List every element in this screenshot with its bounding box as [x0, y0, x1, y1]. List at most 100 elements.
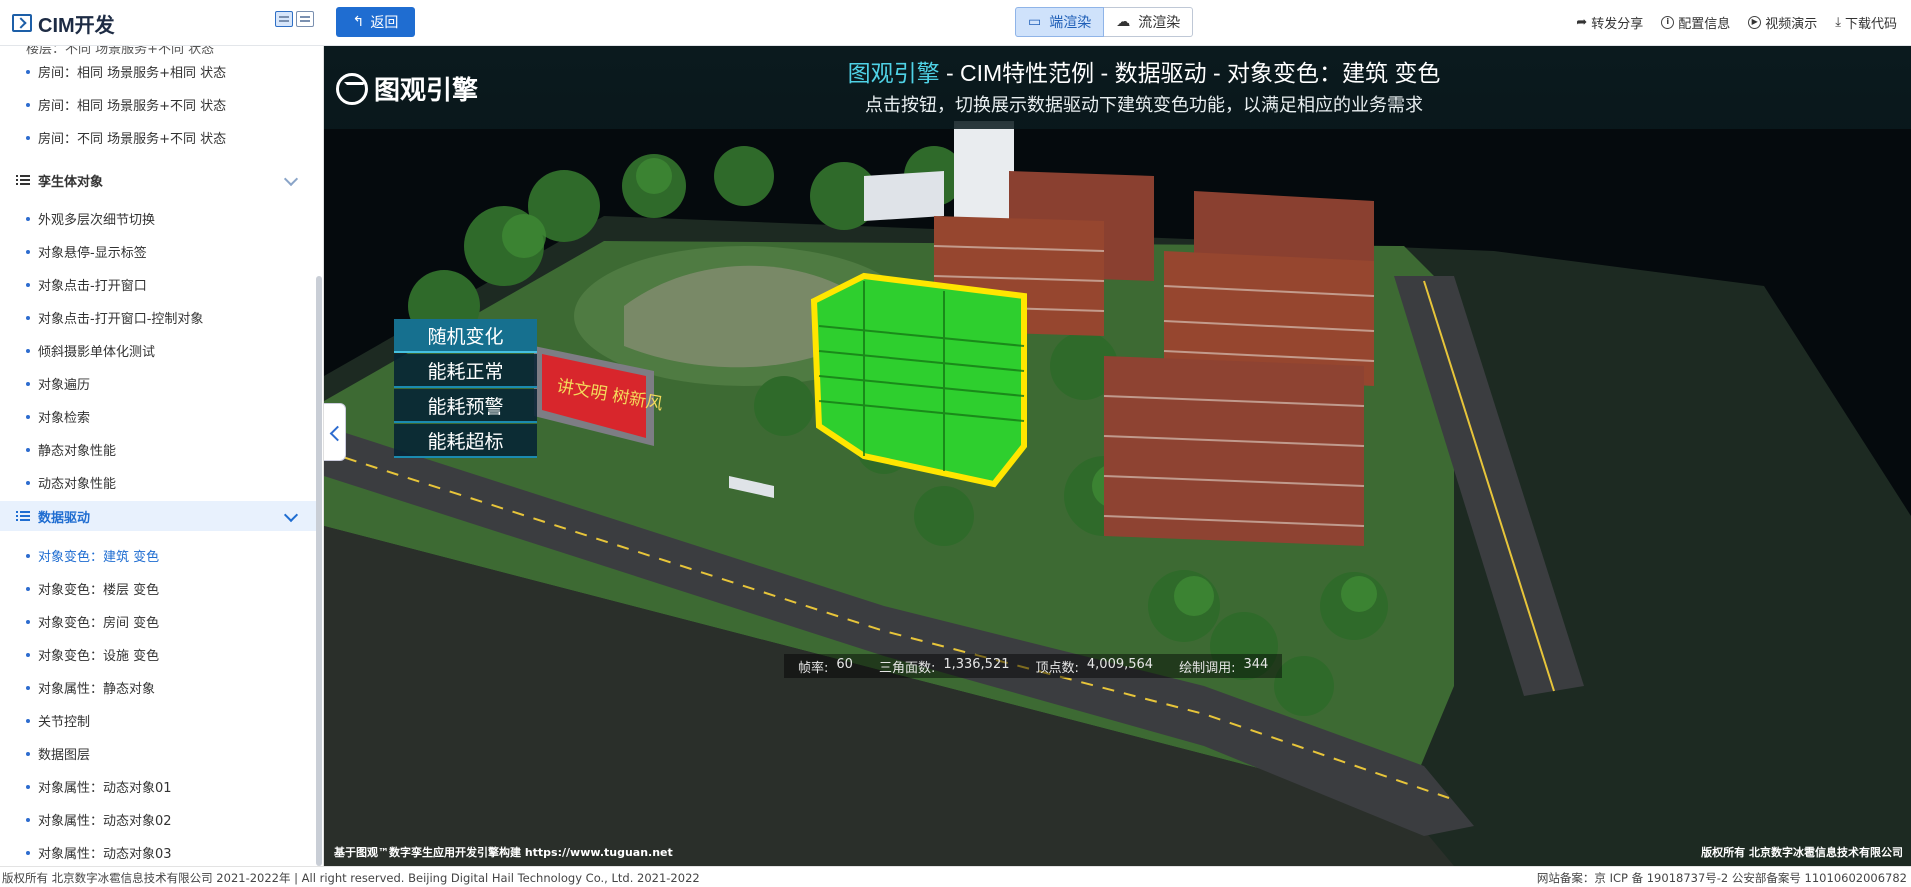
bullet-icon — [26, 102, 30, 107]
scene-render: 讲文明 树新风 — [324, 121, 1911, 866]
bullet-icon — [26, 718, 30, 723]
sidebar-item[interactable]: 数据图层 — [26, 744, 90, 763]
bullet-icon — [26, 348, 30, 353]
sidebar-item-label: 对象属性：动态对象01 — [38, 781, 172, 796]
download-code-button[interactable]: ⤓ 下载代码 — [1835, 13, 1897, 32]
energy-normal-button[interactable]: 能耗正常 — [394, 354, 537, 388]
share-icon: ➦ — [1576, 15, 1588, 30]
sidebar-item[interactable]: 关节控制 — [26, 711, 90, 730]
sidebar-group-twin-objects[interactable]: 孪生体对象 — [0, 165, 318, 195]
sidebar-item-label: 动态对象性能 — [38, 477, 117, 492]
sidebar-item[interactable]: 对象属性：动态对象01 — [26, 777, 172, 796]
energy-warning-button[interactable]: 能耗预警 — [394, 389, 537, 423]
bullet-icon — [26, 282, 30, 287]
sidebar-item-label: 对象点击-打开窗口 — [38, 279, 147, 294]
chevron-down-icon — [283, 171, 299, 187]
sidebar-item[interactable]: 对象属性：静态对象 — [26, 678, 155, 697]
sidebar-item-label: 对象变色：设施 变色 — [38, 649, 160, 664]
sidebar-item-label: 外观多层次细节切换 — [38, 213, 156, 228]
sidebar-item-label: 对象变色：楼层 变色 — [38, 583, 160, 598]
sidebar-item[interactable]: 房间：不同 场景服务+不同 状态 — [26, 128, 226, 147]
drawcalls-stat: 绘制调用: 344 — [1179, 657, 1268, 676]
video-label: 视频演示 — [1765, 17, 1818, 32]
sidebar-item-partial[interactable]: 楼层：不同 场景服务+不同 状态 — [26, 46, 214, 57]
tab-label: 端渲染 — [1049, 15, 1092, 31]
bullet-icon — [26, 135, 30, 140]
top-actions: ➦ 转发分享 i 配置信息 ▶ 视频演示 ⤓ 下载代码 — [1576, 13, 1897, 32]
page-footer: 版权所有 北京数字冰雹信息技术有限公司 2021-2022年 | All rig… — [0, 866, 1911, 887]
random-change-button[interactable]: 随机变化 — [394, 319, 537, 353]
sidebar-item-label: 对象悬停-显示标签 — [38, 246, 147, 261]
sidebar-item[interactable]: 房间：相同 场景服务+相同 状态 — [26, 62, 226, 81]
sidebar-item[interactable]: 对象变色：楼层 变色 — [26, 579, 159, 598]
engine-name: 图观引擎 — [374, 75, 479, 105]
scene-copyright: 版权所有 北京数字冰雹信息技术有限公司 — [1701, 846, 1903, 859]
config-info-button[interactable]: i 配置信息 — [1661, 13, 1730, 32]
video-demo-button[interactable]: ▶ 视频演示 — [1748, 13, 1817, 32]
sidebar-item[interactable]: 动态对象性能 — [26, 473, 116, 492]
download-icon: ⤓ — [1835, 15, 1841, 30]
bullet-icon — [26, 850, 30, 855]
code-icon — [12, 14, 32, 32]
sidebar-collapse-button[interactable] — [324, 403, 346, 461]
sidebar-item-label: 对象变色：建筑 变色 — [38, 550, 160, 565]
cloud-icon: ☁ — [1116, 14, 1131, 30]
sidebar-item-label: 对象检索 — [38, 411, 91, 426]
sidebar-item[interactable]: 对象点击-打开窗口 — [26, 275, 147, 294]
sidebar-item-active[interactable]: 对象变色：建筑 变色 — [26, 546, 159, 565]
bullet-icon — [26, 249, 30, 254]
sidebar-item[interactable]: 对象属性：动态对象03 — [26, 843, 172, 862]
bullet-icon — [26, 685, 30, 690]
bullet-icon — [26, 586, 30, 591]
sidebar-scrollbar[interactable] — [316, 276, 322, 866]
sidebar-item[interactable]: 对象遍历 — [26, 374, 90, 393]
list-view-icon[interactable] — [275, 11, 293, 27]
vertices-value: 4,009,564 — [1086, 656, 1154, 672]
sidebar-item[interactable]: 对象变色：设施 变色 — [26, 645, 159, 664]
sidebar-group-data-driven[interactable]: 数据驱动 — [0, 501, 318, 531]
bullet-icon — [26, 216, 30, 221]
sidebar-item-label: 房间：相同 场景服务+相同 状态 — [38, 66, 227, 81]
sidebar-item-label: 对象属性：动态对象03 — [38, 847, 172, 862]
tab-stream-render[interactable]: ☁ 流渲染 — [1104, 7, 1194, 37]
scene-title: 图观引擎 - CIM特性范例 - 数据驱动 - 对象变色：建筑 变色 — [794, 54, 1494, 88]
list-icon — [16, 174, 30, 186]
share-label: 转发分享 — [1591, 17, 1644, 32]
back-button[interactable]: ↰ 返回 — [336, 7, 415, 37]
chevron-down-icon — [283, 507, 299, 523]
sidebar-item[interactable]: 对象属性：动态对象02 — [26, 810, 172, 829]
sidebar-item[interactable]: 对象悬停-显示标签 — [26, 242, 147, 261]
sidebar-item[interactable]: 外观多层次细节切换 — [26, 209, 155, 228]
back-label: 返回 — [370, 15, 399, 31]
card-view-icon[interactable] — [296, 11, 314, 27]
scene-title-text: - CIM特性范例 - 数据驱动 - 对象变色：建筑 变色 — [939, 60, 1441, 86]
list-icon — [16, 510, 30, 522]
sidebar-item[interactable]: 房间：相同 场景服务+不同 状态 — [26, 95, 226, 114]
bullet-icon — [26, 69, 30, 74]
sidebar: 楼层：不同 场景服务+不同 状态 房间：相同 场景服务+相同 状态 房间：相同 … — [0, 46, 324, 866]
sidebar-item[interactable]: 静态对象性能 — [26, 440, 116, 459]
scene-credit: 基于图观™数字孪生应用开发引擎构建 https://www.tuguan.net — [334, 846, 673, 859]
bullet-icon — [26, 315, 30, 320]
bullet-icon — [26, 784, 30, 789]
sidebar-item-label: 对象属性：静态对象 — [38, 682, 156, 697]
bullet-icon — [26, 652, 30, 657]
bullet-icon — [26, 619, 30, 624]
scene-viewport[interactable]: 讲文明 树新风 图观引擎 图观引擎 - CIM特性范例 - 数据驱动 - 对象变… — [324, 46, 1911, 866]
sidebar-item[interactable]: 倾斜摄影单体化测试 — [26, 341, 155, 360]
tab-client-render[interactable]: ▭ 端渲染 — [1015, 7, 1105, 37]
sidebar-item-label: 房间：不同 场景服务+不同 状态 — [38, 132, 227, 147]
play-icon: ▶ — [1748, 16, 1762, 29]
share-button[interactable]: ➦ 转发分享 — [1576, 13, 1643, 32]
app-root: CIM开发 ↰ 返回 ▭ 端渲染 ☁ 流渲染 ➦ 转发分享 i 配置信息 ▶ 视… — [0, 0, 1911, 887]
scene-subtitle: 点击按钮，切换展示数据驱动下建筑变色功能，以满足相应的业务需求 — [865, 95, 1423, 115]
bullet-icon — [26, 381, 30, 386]
sidebar-item[interactable]: 对象点击-打开窗口-控制对象 — [26, 308, 203, 327]
sidebar-item[interactable]: 对象检索 — [26, 407, 90, 426]
sidebar-item[interactable]: 对象变色：房间 变色 — [26, 612, 159, 631]
monitor-icon: ▭ — [1028, 14, 1042, 30]
render-stats: 帧率: 60 三角面数: 1,336,521 顶点数: 4,009,564 绘制调用:… — [784, 654, 1283, 678]
info-icon: i — [1661, 16, 1675, 29]
engine-logo-icon — [336, 72, 368, 105]
energy-exceed-button[interactable]: 能耗超标 — [394, 424, 537, 458]
